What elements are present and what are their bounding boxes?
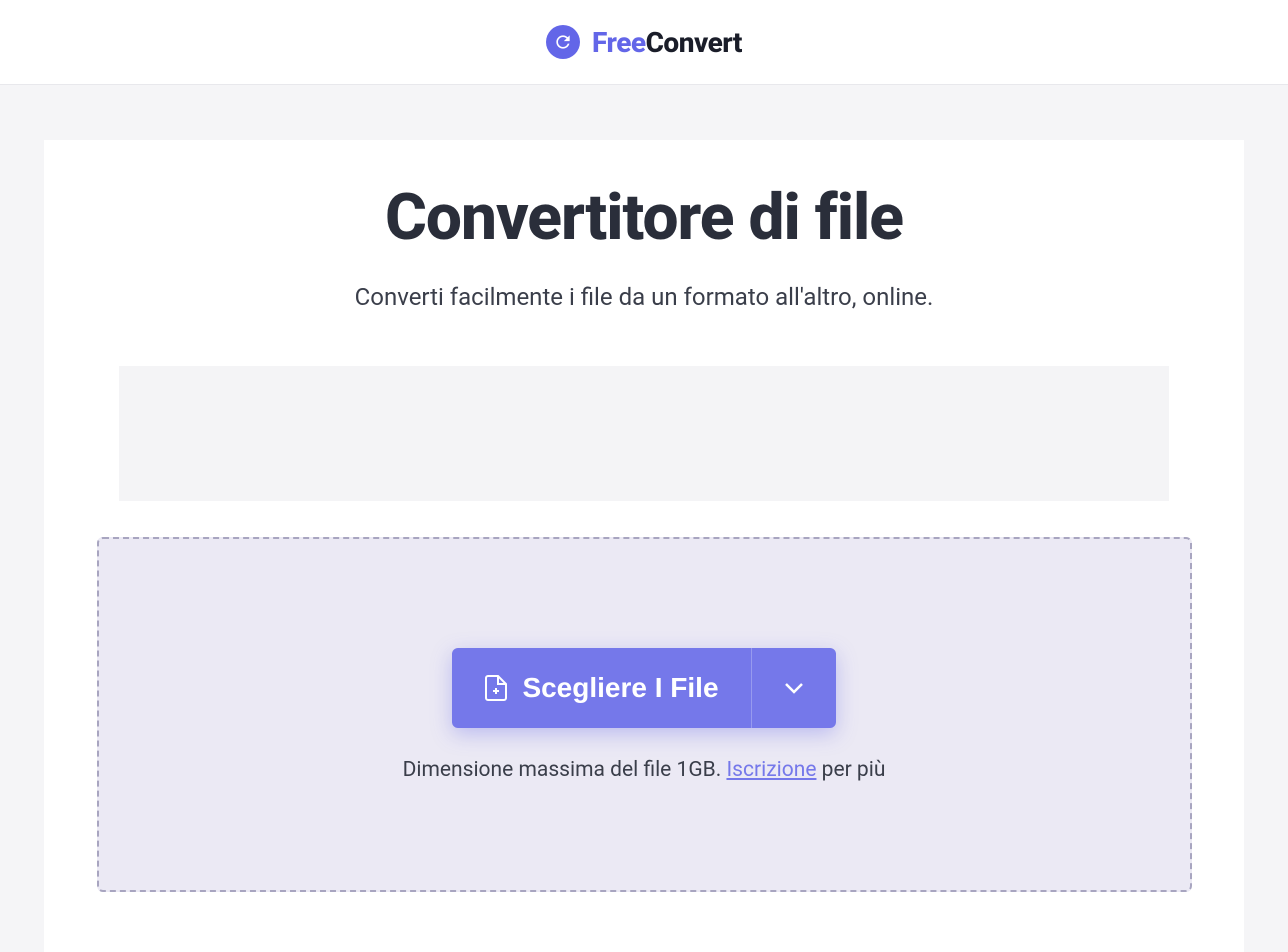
choose-files-button[interactable]: Scegliere I File	[452, 648, 750, 728]
button-group: Scegliere I File	[452, 648, 835, 728]
header-bar: FreeConvert	[0, 0, 1288, 85]
choose-files-label: Scegliere I File	[522, 672, 718, 704]
main-container: Convertitore di file Converti facilmente…	[0, 85, 1288, 952]
dropdown-button[interactable]	[751, 648, 836, 728]
ad-placeholder	[119, 366, 1169, 501]
drop-zone[interactable]: Scegliere I File Dimensione massima del …	[97, 537, 1192, 892]
file-size-info: Dimensione massima del file 1GB. Iscrizi…	[403, 758, 886, 782]
page-title: Convertitore di file	[385, 180, 903, 255]
content-card: Convertitore di file Converti facilmente…	[44, 140, 1244, 952]
file-plus-icon	[484, 674, 508, 702]
logo-text: FreeConvert	[592, 26, 742, 59]
chevron-down-icon	[784, 682, 804, 694]
logo[interactable]: FreeConvert	[546, 25, 742, 59]
signup-link[interactable]: Iscrizione	[726, 758, 816, 782]
page-subtitle: Converti facilmente i file da un formato…	[355, 283, 934, 311]
refresh-icon	[546, 25, 580, 59]
